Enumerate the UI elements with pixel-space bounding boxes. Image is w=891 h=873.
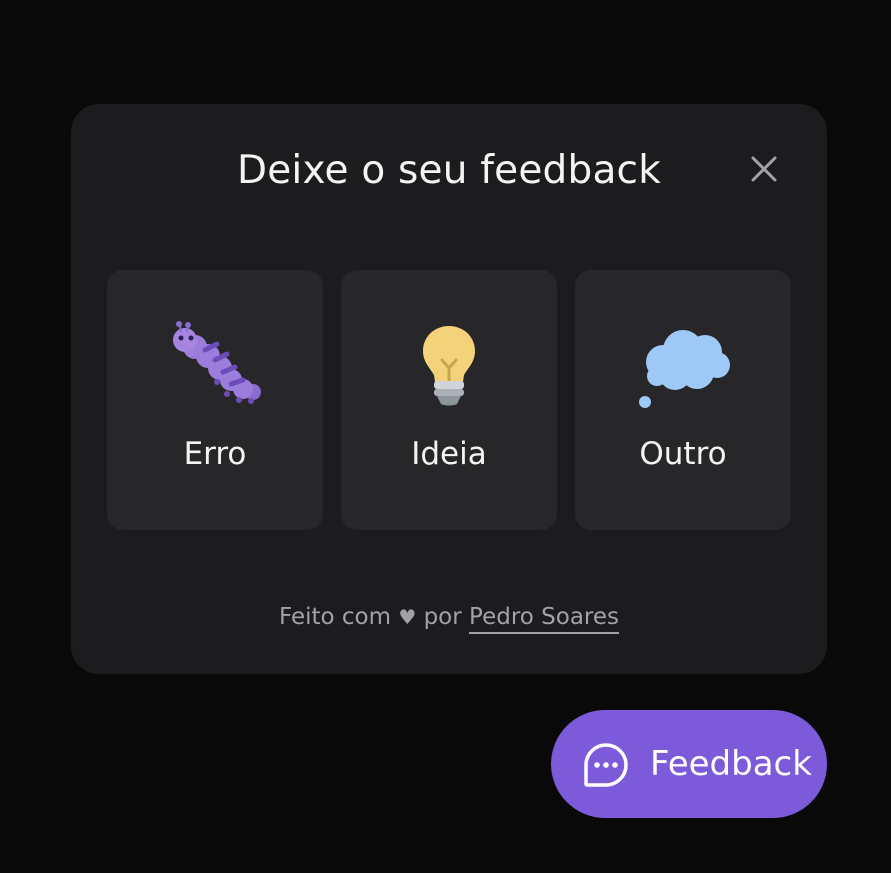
close-button[interactable] [747, 152, 781, 186]
option-ideia-button[interactable]: Ideia [341, 270, 557, 530]
lightbulb-icon [399, 320, 499, 410]
chat-icon [583, 742, 629, 788]
bug-icon [165, 320, 265, 410]
feedback-type-options: Erro Ideia Outro [107, 270, 791, 530]
footer-middle: por [423, 604, 462, 630]
option-outro-button[interactable]: Outro [575, 270, 791, 530]
option-label: Erro [183, 436, 247, 472]
author-link[interactable]: Pedro Soares [469, 604, 620, 634]
heart-icon: ♥ [398, 605, 417, 629]
footer-prefix: Feito com [278, 604, 392, 630]
thought-bubble-icon [633, 320, 733, 410]
feedback-widget: Deixe o seu feedback Erro Ideia Outro Fe… [71, 104, 827, 674]
footer-credit: Feito com ♥ por Pedro Soares [71, 604, 827, 634]
option-label: Outro [639, 436, 727, 472]
widget-title: Deixe o seu feedback [237, 148, 661, 193]
feedback-button[interactable]: Feedback [551, 710, 827, 818]
option-label: Ideia [411, 436, 487, 472]
option-erro-button[interactable]: Erro [107, 270, 323, 530]
close-icon [751, 156, 777, 182]
feedback-button-label: Feedback [650, 744, 812, 784]
